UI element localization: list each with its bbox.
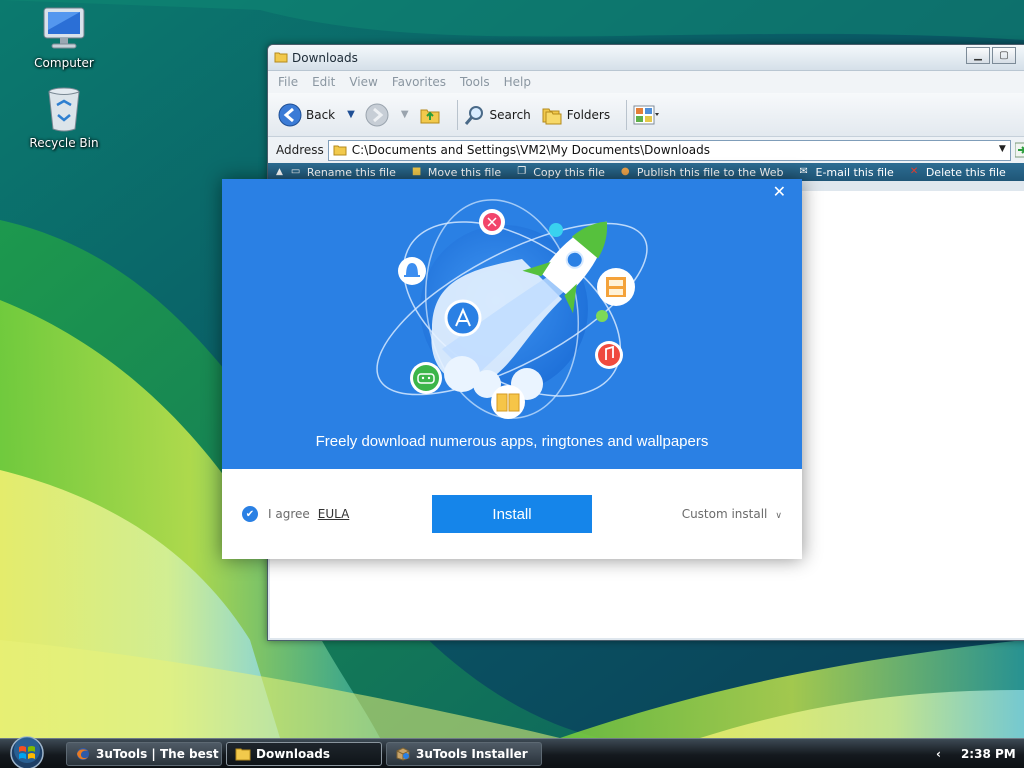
go-arrow-icon[interactable] [1014, 141, 1024, 159]
chevron-down-icon: ∨ [775, 511, 782, 521]
search-button[interactable]: Search [464, 104, 531, 126]
task-label: Move this file [427, 165, 502, 179]
explorer-toolbar: Back ▼ ▼ Search Folders [268, 93, 1024, 137]
desktop-icon-label: Recycle Bin [29, 136, 99, 150]
menu-edit[interactable]: Edit [312, 75, 335, 89]
menu-view[interactable]: View [349, 75, 377, 89]
folders-label: Folders [566, 107, 611, 122]
tray-expand-icon[interactable]: ‹ [936, 747, 941, 761]
address-label: Address [276, 143, 324, 157]
forward-button[interactable]: ▼ [365, 103, 409, 127]
task-label: E-mail this file [815, 165, 894, 179]
task-copy[interactable]: ❐ Copy this file [517, 166, 605, 179]
rocket-illustration [376, 199, 648, 419]
installer-package-icon [396, 747, 410, 761]
up-folder-icon [420, 109, 440, 123]
move-icon: ■ [411, 166, 422, 177]
task-label: Delete this file [925, 165, 1006, 179]
window-title: Downloads [292, 51, 358, 65]
desktop-icon-computer[interactable]: Computer [19, 5, 109, 70]
folders-icon [542, 108, 562, 124]
up-folder-button[interactable] [419, 104, 441, 126]
forward-dropdown-icon[interactable]: ▼ [401, 109, 409, 120]
folder-icon [333, 145, 347, 156]
custom-install-label: Custom install [681, 507, 768, 521]
desktop-icon-label: Computer [34, 56, 94, 70]
installer-tagline: Freely download numerous apps, ringtones… [315, 433, 709, 450]
rename-icon: ▭ [290, 166, 301, 177]
installer-banner: ✕ Freely download numerous apps, rington… [222, 179, 802, 469]
menu-help[interactable]: Help [504, 75, 531, 89]
taskbar-button-label: 3uTools | The best all... [96, 747, 221, 761]
agree-label: I agree [268, 507, 310, 521]
custom-install-toggle[interactable]: Custom install ∨ [682, 507, 782, 521]
checkmark-icon[interactable]: ✔ [242, 506, 258, 522]
search-label: Search [489, 107, 531, 122]
forward-arrow-icon [365, 103, 389, 126]
address-dropdown-icon[interactable]: ▼ [999, 144, 1006, 154]
publish-web-icon: ● [620, 166, 630, 177]
menu-favorites[interactable]: Favorites [392, 75, 446, 89]
email-icon: ✉ [799, 166, 808, 177]
folders-button[interactable]: Folders [541, 104, 610, 126]
task-label: Rename this file [306, 165, 396, 179]
desktop-icon-recycle-bin[interactable]: Recycle Bin [19, 85, 109, 150]
minimize-button[interactable]: ▁ [966, 47, 990, 64]
computer-icon [43, 7, 85, 49]
folder-icon [274, 52, 288, 63]
collapse-arrow-icon[interactable]: ▲ [276, 167, 283, 177]
task-move[interactable]: ■ Move this file [412, 166, 501, 179]
back-label: Back [306, 107, 336, 122]
task-label: Copy this file [533, 165, 605, 179]
agree-checkbox[interactable]: ✔ I agree EULA [242, 506, 349, 522]
taskbar-button-label: 3uTools Installer [416, 747, 528, 761]
toolbar-separator [456, 99, 458, 130]
copy-icon: ❐ [517, 166, 527, 177]
recycle-bin-icon [48, 87, 80, 132]
task-rename[interactable]: ▭ Rename this file [291, 166, 396, 179]
task-publish[interactable]: ● Publish this file to the Web [621, 166, 784, 179]
search-icon [464, 105, 483, 125]
views-icon [633, 105, 660, 124]
clock[interactable]: 2:38 PM [961, 747, 1016, 761]
back-arrow-icon [278, 103, 302, 126]
menu-bar: File Edit View Favorites Tools Help [268, 71, 1024, 93]
taskbar-button-downloads[interactable]: Downloads [226, 742, 382, 766]
address-bar: Address C:\Documents and Settings\VM2\My… [268, 137, 1024, 163]
folder-icon [235, 748, 251, 761]
maximize-button[interactable]: ▢ [992, 47, 1016, 64]
toolbar-separator [626, 99, 628, 130]
menu-tools[interactable]: Tools [460, 75, 490, 89]
task-email[interactable]: ✉ E-mail this file [800, 166, 894, 179]
explorer-titlebar[interactable]: Downloads ▁ ▢ [268, 45, 1024, 71]
menu-file[interactable]: File [278, 75, 298, 89]
start-button[interactable] [7, 735, 47, 768]
back-dropdown-icon[interactable]: ▼ [347, 109, 355, 120]
back-button[interactable]: Back ▼ [278, 103, 355, 127]
views-button[interactable] [633, 104, 660, 126]
taskbar: 3uTools | The best all... Downloads 3uTo… [0, 735, 1024, 768]
address-input[interactable]: C:\Documents and Settings\VM2\My Documen… [327, 139, 1011, 161]
task-label: Publish this file to the Web [636, 165, 784, 179]
firefox-icon [77, 748, 89, 760]
eula-link[interactable]: EULA [318, 507, 350, 521]
task-delete[interactable]: ✕ Delete this file [910, 166, 1006, 179]
installer-footer: ✔ I agree EULA Install Custom install ∨ [222, 469, 802, 559]
system-tray: ‹ 2:38 PM [928, 739, 1024, 768]
taskbar-button-browser[interactable]: 3uTools | The best all... [66, 742, 222, 766]
delete-x-icon: ✕ [909, 166, 919, 177]
installer-dialog: ✕ Freely download numerous apps, rington… [222, 179, 802, 559]
install-button[interactable]: Install [432, 495, 592, 533]
taskbar-button-label: Downloads [256, 747, 331, 761]
taskbar-button-installer[interactable]: 3uTools Installer [386, 742, 542, 766]
address-value: C:\Documents and Settings\VM2\My Documen… [351, 143, 711, 157]
